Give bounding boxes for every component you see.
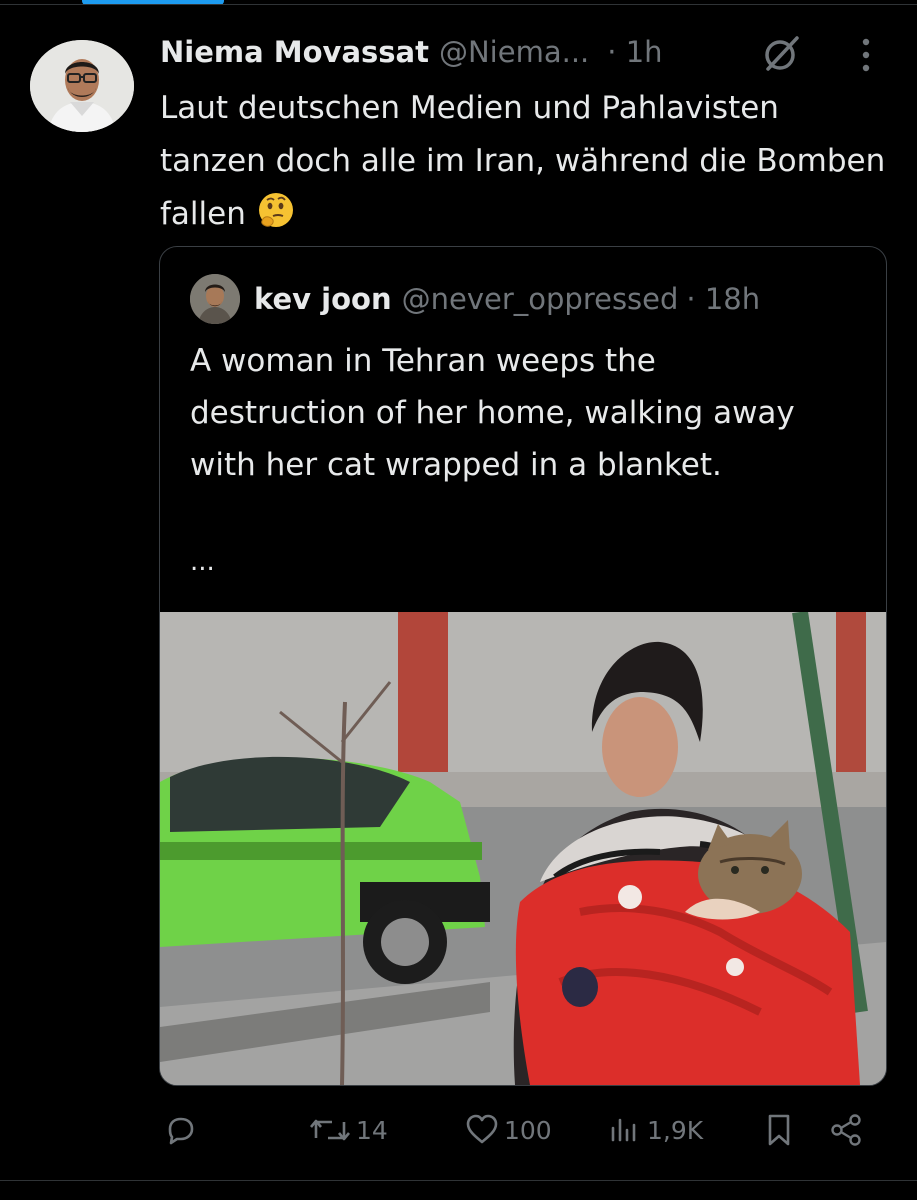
quote-photo[interactable] [160, 612, 886, 1085]
post-text: Laut deutschen Medien und Pahlavisten ta… [160, 82, 890, 241]
reply-icon [162, 1112, 198, 1148]
repost-count: 14 [356, 1115, 388, 1145]
quote-text: A woman in Tehran weeps the destruction … [190, 343, 795, 483]
quote-header: kev joon @never_oppressed · 18h [190, 274, 760, 324]
views-button[interactable]: 1,9K [607, 1105, 703, 1155]
avatar[interactable] [30, 40, 134, 132]
share-button[interactable] [828, 1105, 864, 1155]
post-time[interactable]: · 1h [607, 35, 662, 69]
quoted-post[interactable]: kev joon @never_oppressed · 18h A woman … [159, 246, 887, 1086]
quote-time[interactable]: · 18h [686, 282, 760, 316]
repost-button[interactable]: 14 [308, 1105, 388, 1155]
quote-avatar[interactable] [190, 274, 240, 324]
heart-icon [464, 1112, 500, 1148]
bookmark-button[interactable] [762, 1105, 796, 1155]
author-name[interactable]: Niema Movassat [160, 35, 429, 69]
action-bar: 14 100 1,9K [0, 1105, 917, 1155]
divider [0, 1180, 917, 1181]
grok-icon[interactable] [762, 33, 802, 77]
divider [0, 4, 917, 5]
repost-icon [308, 1112, 352, 1148]
quote-author-name[interactable]: kev joon [254, 282, 392, 316]
views-icon [607, 1112, 643, 1148]
post-header: Niema Movassat @Niema... · 1h [160, 30, 663, 74]
views-count: 1,9K [647, 1115, 704, 1145]
quote-author-handle[interactable]: @never_oppressed [402, 282, 679, 316]
like-button[interactable]: 100 [464, 1105, 552, 1155]
share-icon [828, 1112, 864, 1148]
reply-button[interactable] [162, 1105, 202, 1155]
thinking-face-icon [256, 190, 296, 230]
author-handle[interactable]: @Niema... [439, 35, 589, 69]
bookmark-icon [762, 1112, 796, 1148]
quote-show-more[interactable]: ... [190, 547, 215, 577]
more-icon[interactable] [856, 36, 876, 78]
like-count: 100 [504, 1115, 552, 1145]
